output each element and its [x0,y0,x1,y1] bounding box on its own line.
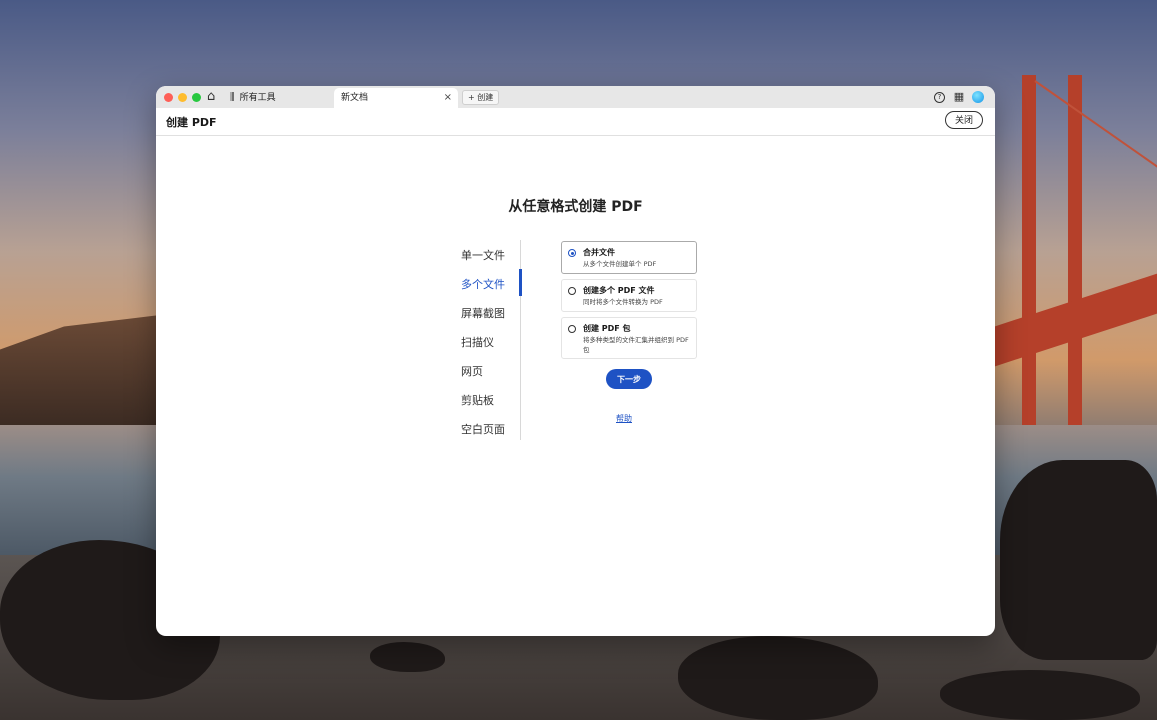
option-create-pdf-package[interactable]: 创建 PDF 包 将多种类型的文件汇集并组织到 PDF 包 [561,317,697,359]
close-tab-icon[interactable]: × [444,88,452,108]
nav-item-clipboard[interactable]: 剪贴板 [461,392,494,408]
tab-bar: ⌂ ⫼ 所有工具 新文档 × + 创建 ? ▦ [156,86,995,108]
nav-item-webpage[interactable]: 网页 [461,363,483,379]
tab-all-tools-label: 所有工具 [239,93,276,103]
nav-item-scanner[interactable]: 扫描仪 [461,334,494,350]
tab-all-tools[interactable]: ⫼ 所有工具 [230,88,332,108]
nav-active-indicator [519,269,522,296]
bridge-cable [1034,80,1157,174]
profile-avatar[interactable] [972,91,984,103]
option-create-multiple-pdfs[interactable]: 创建多个 PDF 文件 同时将多个文件转换为 PDF [561,279,697,312]
radio-create-multiple-pdfs[interactable] [568,287,576,295]
option-title: 创建多个 PDF 文件 [583,286,655,295]
nav-item-single-file[interactable]: 单一文件 [461,247,505,263]
source-type-nav: 单一文件 多个文件 屏幕截图 扫描仪 网页 剪贴板 空白页面 [454,240,522,440]
home-icon[interactable]: ⌂ [207,90,221,104]
help-icon[interactable]: ? [934,92,945,103]
radio-create-pdf-package[interactable] [568,325,576,333]
bridge-tower [1022,75,1036,425]
close-button[interactable]: 关闭 [944,111,983,129]
background-hill [0,315,160,430]
apps-grid-icon[interactable]: ▦ [953,91,965,103]
background-rock [1000,460,1157,660]
nav-item-blank-page[interactable]: 空白页面 [461,421,505,437]
option-title: 合并文件 [583,248,615,257]
option-description: 同时将多个文件转换为 PDF [583,298,663,306]
tab-new-document[interactable]: 新文档 × [334,88,458,108]
app-window: ⌂ ⫼ 所有工具 新文档 × + 创建 ? ▦ 创建 PDF 关闭 从任意格式创建… [156,86,995,636]
main-heading: 从任意格式创建 PDF [508,199,643,215]
next-button[interactable]: 下一步 [606,369,652,389]
option-combine-files[interactable]: 合并文件 从多个文件创建单个 PDF [561,241,697,274]
nav-item-screenshot[interactable]: 屏幕截图 [461,305,505,321]
page-header: 创建 PDF 关闭 [156,108,995,136]
window-minimize-dot[interactable] [178,93,187,102]
background-rock [370,642,445,672]
option-description: 将多种类型的文件汇集并组织到 PDF 包 [583,336,689,354]
page-title: 创建 PDF [166,116,217,129]
nav-item-multiple-files[interactable]: 多个文件 [461,276,505,292]
option-description: 从多个文件创建单个 PDF [583,260,657,268]
tools-icon: ⫼ [230,92,235,103]
new-tab-button[interactable]: + 创建 [462,90,500,105]
bridge-tower [1068,75,1082,425]
window-close-dot[interactable] [164,93,173,102]
tab-new-document-label: 新文档 [341,93,369,103]
radio-combine-files[interactable] [568,249,576,257]
help-link[interactable]: 帮助 [616,413,632,424]
option-title: 创建 PDF 包 [583,324,631,333]
window-zoom-dot[interactable] [192,93,201,102]
